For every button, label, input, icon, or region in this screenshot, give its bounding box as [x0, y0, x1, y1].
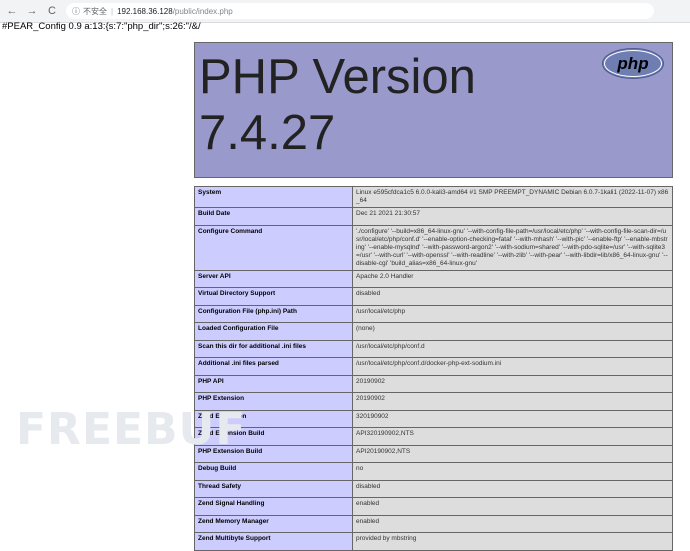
setting-name-cell: Additional .ini files parsed [194, 357, 353, 376]
setting-name-cell: Server API [194, 269, 353, 288]
setting-name-cell: Zend Multibyte Support [194, 532, 353, 551]
setting-name-cell: Virtual Directory Support [194, 287, 353, 306]
php-logo-icon[interactable]: php [602, 48, 664, 79]
table-row: PHP Extension Build API20190902,NTS [194, 444, 673, 463]
title-line-1: PHP Version [199, 50, 476, 104]
setting-value-cell: no [352, 462, 673, 481]
table-row: Additional .ini files parsed/usr/local/e… [194, 357, 673, 376]
browser-toolbar: ← → C ⓘ 不安全 | 192.168.36.128 /public/ind… [0, 0, 690, 23]
table-row: Zend Extension 320190902 [194, 409, 673, 428]
forward-icon[interactable]: → [24, 3, 40, 19]
php-version-title: PHP Version 7.4.27 [199, 49, 476, 161]
setting-value-cell: API320190902,NTS [352, 427, 673, 446]
php-version-banner: PHP Version 7.4.27 php [194, 42, 673, 178]
security-label[interactable]: 不安全 [83, 6, 107, 17]
setting-value-cell: /usr/local/etc/php [352, 304, 673, 323]
setting-name-cell: Scan this dir for additional .ini files [194, 339, 353, 358]
table-row: PHP Extension 20190902 [194, 392, 673, 411]
setting-value-cell: 20190902 [352, 374, 673, 393]
setting-value-cell: enabled [352, 497, 673, 516]
setting-name-cell: Zend Memory Manager [194, 514, 353, 533]
setting-name-cell: Loaded Configuration File [194, 322, 353, 341]
setting-value-cell: Linux e595cfdca1c5 6.0.0-kali3-amd64 #1 … [352, 186, 673, 208]
table-row: PHP API 20190902 [194, 374, 673, 393]
address-bar[interactable]: ⓘ 不安全 | 192.168.36.128 /public/index.php [66, 3, 654, 19]
table-row: Zend Signal Handling enabled [194, 497, 673, 516]
table-row: Configuration File (php.ini) Path/usr/lo… [194, 304, 673, 323]
table-row: Zend Multibyte Support provided by mbstri… [194, 532, 673, 551]
setting-name-cell: Zend Signal Handling [194, 497, 353, 516]
back-icon[interactable]: ← [4, 3, 20, 19]
title-line-2: 7.4.27 [199, 106, 336, 160]
setting-value-cell: (none) [352, 322, 673, 341]
setting-value-cell: 20190902 [352, 392, 673, 411]
setting-value-cell: enabled [352, 514, 673, 533]
table-row: Server API Apache 2.0 Handler [194, 269, 673, 288]
freebuf-watermark: FREEBUF [16, 404, 247, 455]
table-row: Scan this dir for additional .ini files /… [194, 339, 673, 358]
setting-value-cell: provided by mbstring [352, 532, 673, 551]
setting-value-cell: Dec 21 2021 21:30:57 [352, 207, 673, 226]
setting-name-cell: PHP API [194, 374, 353, 393]
table-row: Virtual Directory Support disabled [194, 287, 673, 306]
raw-output-text: #PEAR_Config 0.9 a:13:{s:7:"php_dir";s:2… [2, 21, 201, 32]
info-icon[interactable]: ⓘ [72, 6, 80, 17]
setting-value-cell: API20190902,NTS [352, 444, 673, 463]
php-info-table: System Linux e595cfdca1c5 6.0.0-kali3-amd… [194, 186, 673, 551]
reload-icon[interactable]: C [44, 3, 60, 19]
setting-value-cell: disabled [352, 287, 673, 306]
table-row: Zend Extension Build API320190902,NTS [194, 427, 673, 446]
setting-name-cell: Debug Build [194, 462, 353, 481]
table-row: System Linux e595cfdca1c5 6.0.0-kali3-amd… [194, 186, 673, 208]
setting-value-cell: disabled [352, 479, 673, 498]
setting-name-cell: Thread Safety [194, 479, 353, 498]
address-separator: | [111, 6, 114, 16]
table-row: Loaded Configuration File (none) [194, 322, 673, 341]
table-row: Build Date Dec 21 2021 21:30:57 [194, 207, 673, 226]
setting-value-cell: 320190902 [352, 409, 673, 428]
url-host: 192.168.36.128 [117, 6, 173, 16]
setting-value-cell: './configure' '--build=x86_64-linux-gnu'… [352, 224, 673, 271]
table-row: Debug Build no [194, 462, 673, 481]
setting-value-cell: Apache 2.0 Handler [352, 269, 673, 288]
table-row: Configure Command './configure' '--build=… [194, 224, 673, 271]
setting-name-cell: Configuration File (php.ini) Path [194, 304, 353, 323]
php-logo-text: php [616, 54, 648, 73]
url-path: /public/index.php [172, 6, 233, 16]
table-row: Thread Safety disabled [194, 479, 673, 498]
setting-name-cell: Build Date [194, 207, 353, 226]
setting-name-cell: System [194, 186, 353, 208]
table-row: Zend Memory Manager enabled [194, 514, 673, 533]
setting-name-cell: Configure Command [194, 224, 353, 271]
setting-value-cell: /usr/local/etc/php/conf.d [352, 339, 673, 358]
setting-value-cell: /usr/local/etc/php/conf.d/docker-php-ext… [352, 357, 673, 376]
